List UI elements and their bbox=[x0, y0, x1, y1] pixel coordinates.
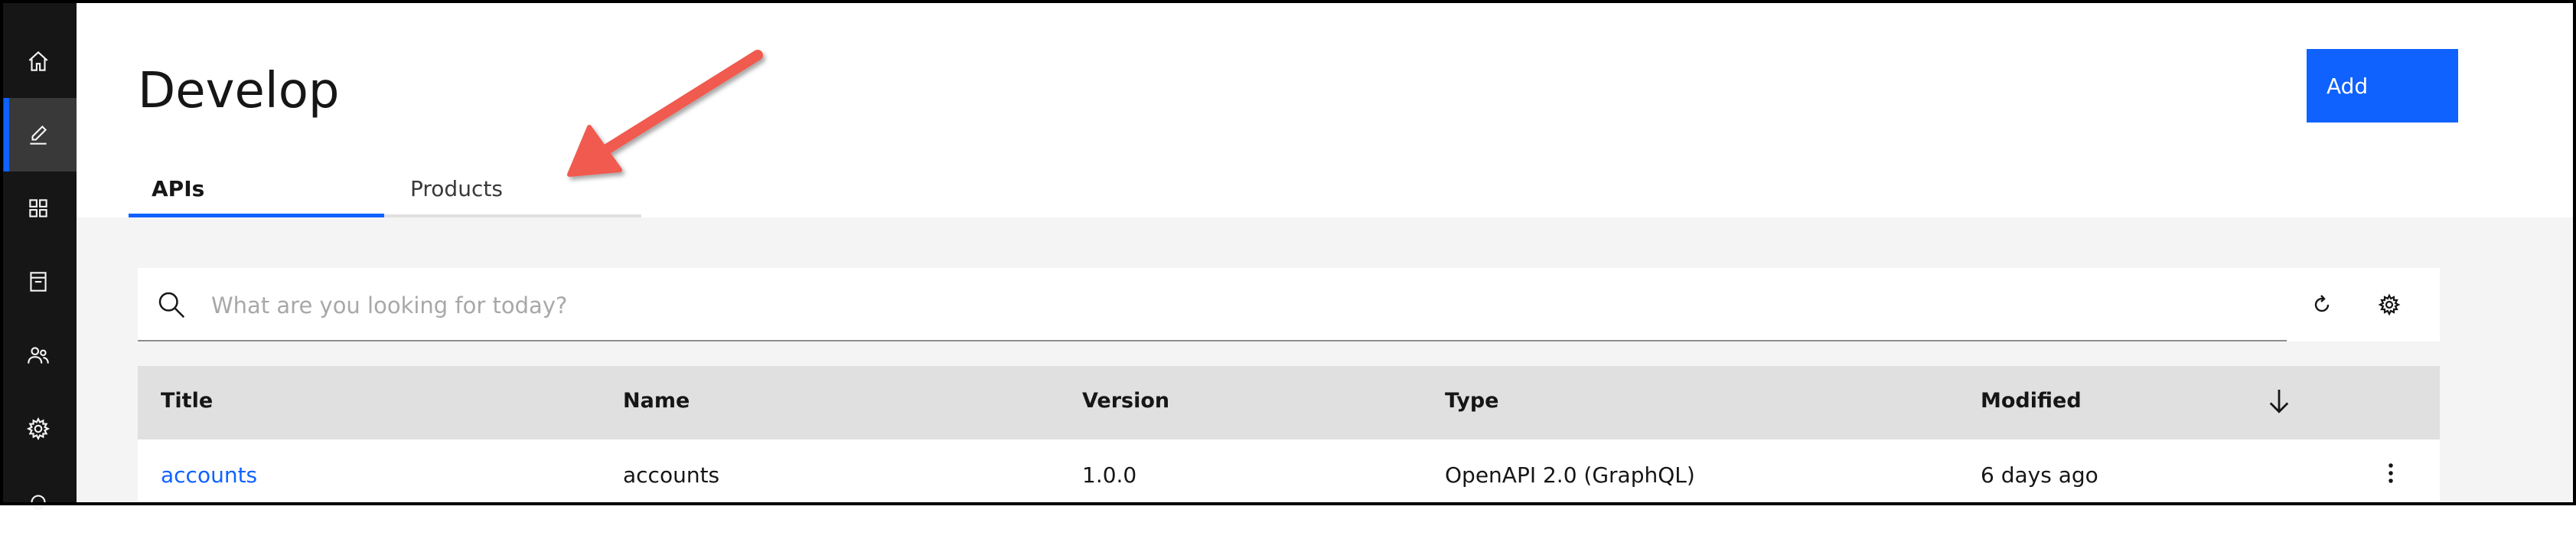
column-header-type[interactable]: Type bbox=[1445, 389, 1498, 413]
column-header-name[interactable]: Name bbox=[623, 389, 690, 413]
users-icon bbox=[28, 347, 49, 364]
add-button[interactable]: Add bbox=[2307, 49, 2458, 122]
table-settings-button[interactable] bbox=[2371, 286, 2408, 323]
search-input[interactable] bbox=[210, 283, 2241, 328]
grid-icon bbox=[29, 199, 47, 217]
api-modified: 6 days ago bbox=[1981, 462, 2098, 488]
search-icon bbox=[31, 495, 46, 510]
table-header-row: Title Name Version Type Modified bbox=[138, 366, 2440, 439]
table-row[interactable]: accounts accounts 1.0.0 OpenAPI 2.0 (Gra… bbox=[138, 439, 2440, 513]
arrow-down-icon[interactable] bbox=[2264, 386, 2294, 416]
api-version: 1.0.0 bbox=[1082, 462, 1137, 488]
column-header-modified[interactable]: Modified bbox=[1981, 389, 2082, 413]
refresh-icon bbox=[2314, 295, 2330, 312]
refresh-button[interactable] bbox=[2304, 286, 2340, 323]
tab-apis[interactable]: APIs bbox=[129, 165, 384, 217]
sidebar-item-develop[interactable] bbox=[0, 98, 77, 172]
sidebar-item-members[interactable] bbox=[0, 318, 77, 392]
search-field bbox=[138, 268, 2287, 341]
column-header-title[interactable]: Title bbox=[161, 389, 213, 413]
search-icon bbox=[158, 292, 185, 318]
overflow-menu-icon[interactable] bbox=[2375, 458, 2406, 488]
api-title-link[interactable]: accounts bbox=[161, 462, 257, 488]
edit-icon bbox=[30, 125, 47, 145]
gear-icon bbox=[26, 416, 51, 441]
sidebar-item-home[interactable] bbox=[0, 24, 77, 98]
page-header: Develop Add APIs Products bbox=[77, 0, 2576, 217]
sidebar-item-manage[interactable] bbox=[0, 172, 77, 245]
gear-icon bbox=[2378, 293, 2401, 316]
side-nav bbox=[0, 0, 77, 510]
api-type: OpenAPI 2.0 (GraphQL) bbox=[1445, 462, 1695, 488]
sidebar-item-more[interactable] bbox=[0, 466, 77, 539]
table-toolbar bbox=[138, 268, 2440, 341]
home-icon bbox=[28, 51, 48, 71]
archive-icon bbox=[30, 272, 47, 292]
api-name: accounts bbox=[623, 462, 720, 488]
column-header-version[interactable]: Version bbox=[1082, 389, 1169, 413]
annotation-arrow-icon bbox=[567, 50, 763, 177]
sidebar-item-catalog[interactable] bbox=[0, 245, 77, 318]
main-content: Develop Add APIs Products What are you l… bbox=[77, 0, 2576, 513]
page-title: Develop bbox=[138, 63, 340, 119]
sidebar-item-settings[interactable] bbox=[0, 392, 77, 466]
